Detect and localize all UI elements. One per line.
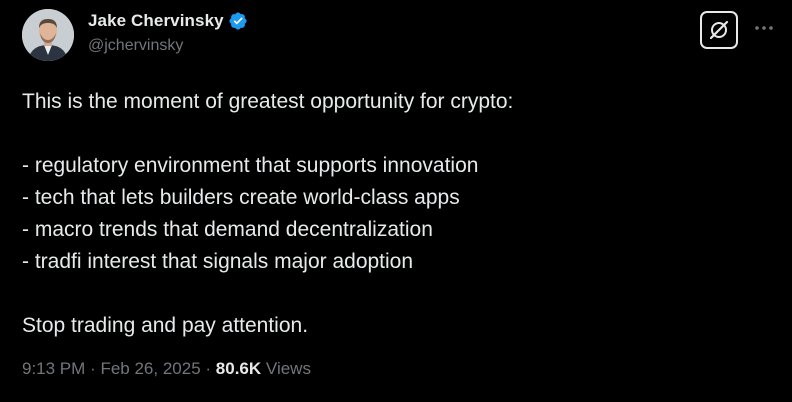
tweet-text: This is the moment of greatest opportuni… (22, 86, 762, 342)
tweet-line: - macro trends that demand decentralizat… (22, 218, 433, 241)
more-options-icon (755, 26, 773, 30)
author-display-name[interactable]: Jake Chervinsky (88, 11, 224, 31)
avatar-image (22, 9, 74, 61)
grok-button[interactable] (700, 11, 738, 49)
grok-icon (709, 20, 729, 40)
more-options-button[interactable] (752, 16, 776, 40)
verified-badge-icon (228, 11, 248, 31)
tweet-line: - tradfi interest that signals major ado… (22, 250, 414, 273)
tweet-line: - tech that lets builders create world-c… (22, 186, 460, 209)
tweet-line: Stop trading and pay attention. (22, 314, 309, 337)
tweet-card: Jake Chervinsky @jchervinsky This is the… (0, 0, 792, 402)
tweet-meta: 9:13 PM · Feb 26, 2025 · 80.6K Views (22, 359, 311, 379)
author-handle[interactable]: @jchervinsky (88, 37, 183, 55)
avatar[interactable] (22, 9, 74, 61)
tweet-time[interactable]: 9:13 PM (22, 359, 85, 379)
tweet-line: This is the moment of greatest opportuni… (22, 90, 514, 113)
author-name-row[interactable]: Jake Chervinsky (88, 11, 248, 31)
tweet-line: - regulatory environment that supports i… (22, 154, 479, 177)
views-count: 80.6K (215, 359, 262, 378)
tweet-date[interactable]: Feb 26, 2025 (100, 359, 200, 379)
views-label: Views (265, 359, 311, 378)
